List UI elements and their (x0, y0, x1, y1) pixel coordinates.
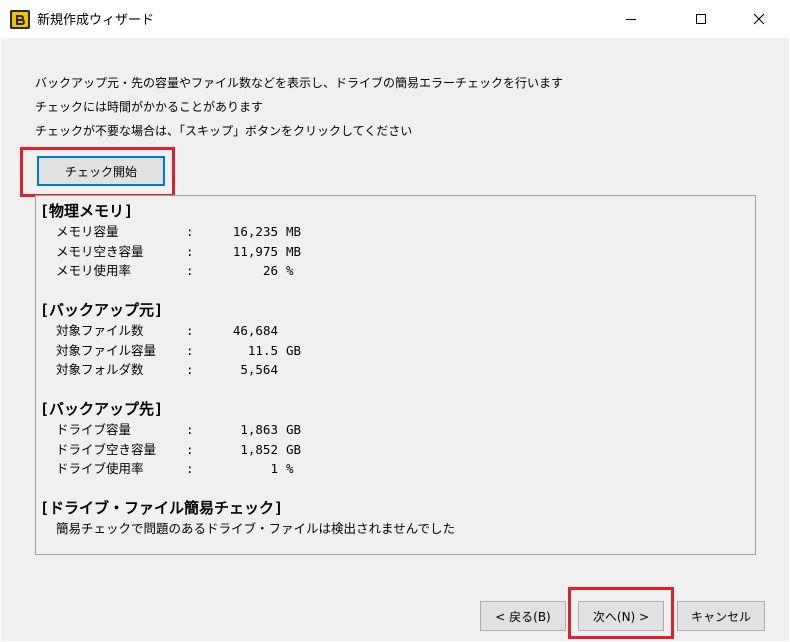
minimize-button[interactable] (608, 0, 654, 38)
source-section: [バックアップ元] 対象ファイル数:46,684 対象ファイル容量:11.5 GB… (40, 299, 301, 380)
destination-section: [バックアップ先] ドライブ容量:1,863 GB ドライブ空き容量:1,852 G… (40, 398, 301, 479)
info-row: 対象ファイル容量:11.5 GB (56, 342, 302, 358)
info-row: メモリ容量:16,235 MB (56, 224, 302, 239)
close-icon (753, 13, 765, 25)
maximize-button[interactable] (678, 0, 724, 38)
highlight-frame-check (20, 147, 175, 197)
memory-title: [物理メモリ] (40, 202, 134, 220)
app-icon (9, 8, 31, 30)
description-line-3: チェックが不要な場合は、「スキップ」ボタンをクリックしてください (35, 124, 413, 138)
back-button[interactable]: < 戻る(B) (480, 601, 566, 631)
source-title: [バックアップ元] (40, 301, 164, 319)
title-bar[interactable]: 新規作成ウィザード (0, 0, 790, 38)
maximize-icon (696, 14, 706, 24)
info-row: 対象フォルダ数:5,564 (56, 362, 278, 377)
highlight-frame-next (568, 587, 674, 639)
check-result-section: [ドライブ・ファイル簡易チェック] 簡易チェックで問題のあるドライブ・ファイルは… (40, 497, 455, 539)
info-row: ドライブ空き容量:1,852 GB (56, 441, 302, 457)
close-button[interactable] (736, 0, 782, 38)
wizard-content: バックアップ元・先の容量やファイル数などを表示し、ドライブの簡易エラーチェックを… (1, 38, 789, 641)
info-row: 対象ファイル数:46,684 (56, 323, 278, 338)
minimize-icon (626, 19, 636, 20)
info-row: ドライブ容量:1,863 GB (56, 422, 302, 437)
window-title: 新規作成ウィザード (37, 13, 155, 28)
info-row: メモリ使用率:26% (56, 263, 294, 278)
destination-title: [バックアップ先] (40, 400, 164, 418)
memory-section: [物理メモリ] メモリ容量:16,235 MB メモリ空き容量:11,975 MB … (40, 200, 301, 281)
check-results-panel: [物理メモリ] メモリ容量:16,235 MB メモリ空き容量:11,975 MB … (35, 195, 756, 555)
info-row: メモリ空き容量:11,975 MB (56, 243, 302, 259)
check-result-message: 簡易チェックで問題のあるドライブ・ファイルは検出されませんでした (56, 521, 456, 536)
description-line-2: チェックには時間がかかることがあります (35, 100, 264, 114)
check-result-title: [ドライブ・ファイル簡易チェック] (40, 499, 284, 517)
wizard-window: 新規作成ウィザード バックアップ元・先の容量やファイル数などを表示し、ドライブの… (0, 0, 790, 642)
description-line-1: バックアップ元・先の容量やファイル数などを表示し、ドライブの簡易エラーチェックを… (35, 76, 564, 90)
info-row: ドライブ使用率:1% (56, 461, 294, 476)
cancel-button[interactable]: キャンセル (677, 601, 765, 631)
